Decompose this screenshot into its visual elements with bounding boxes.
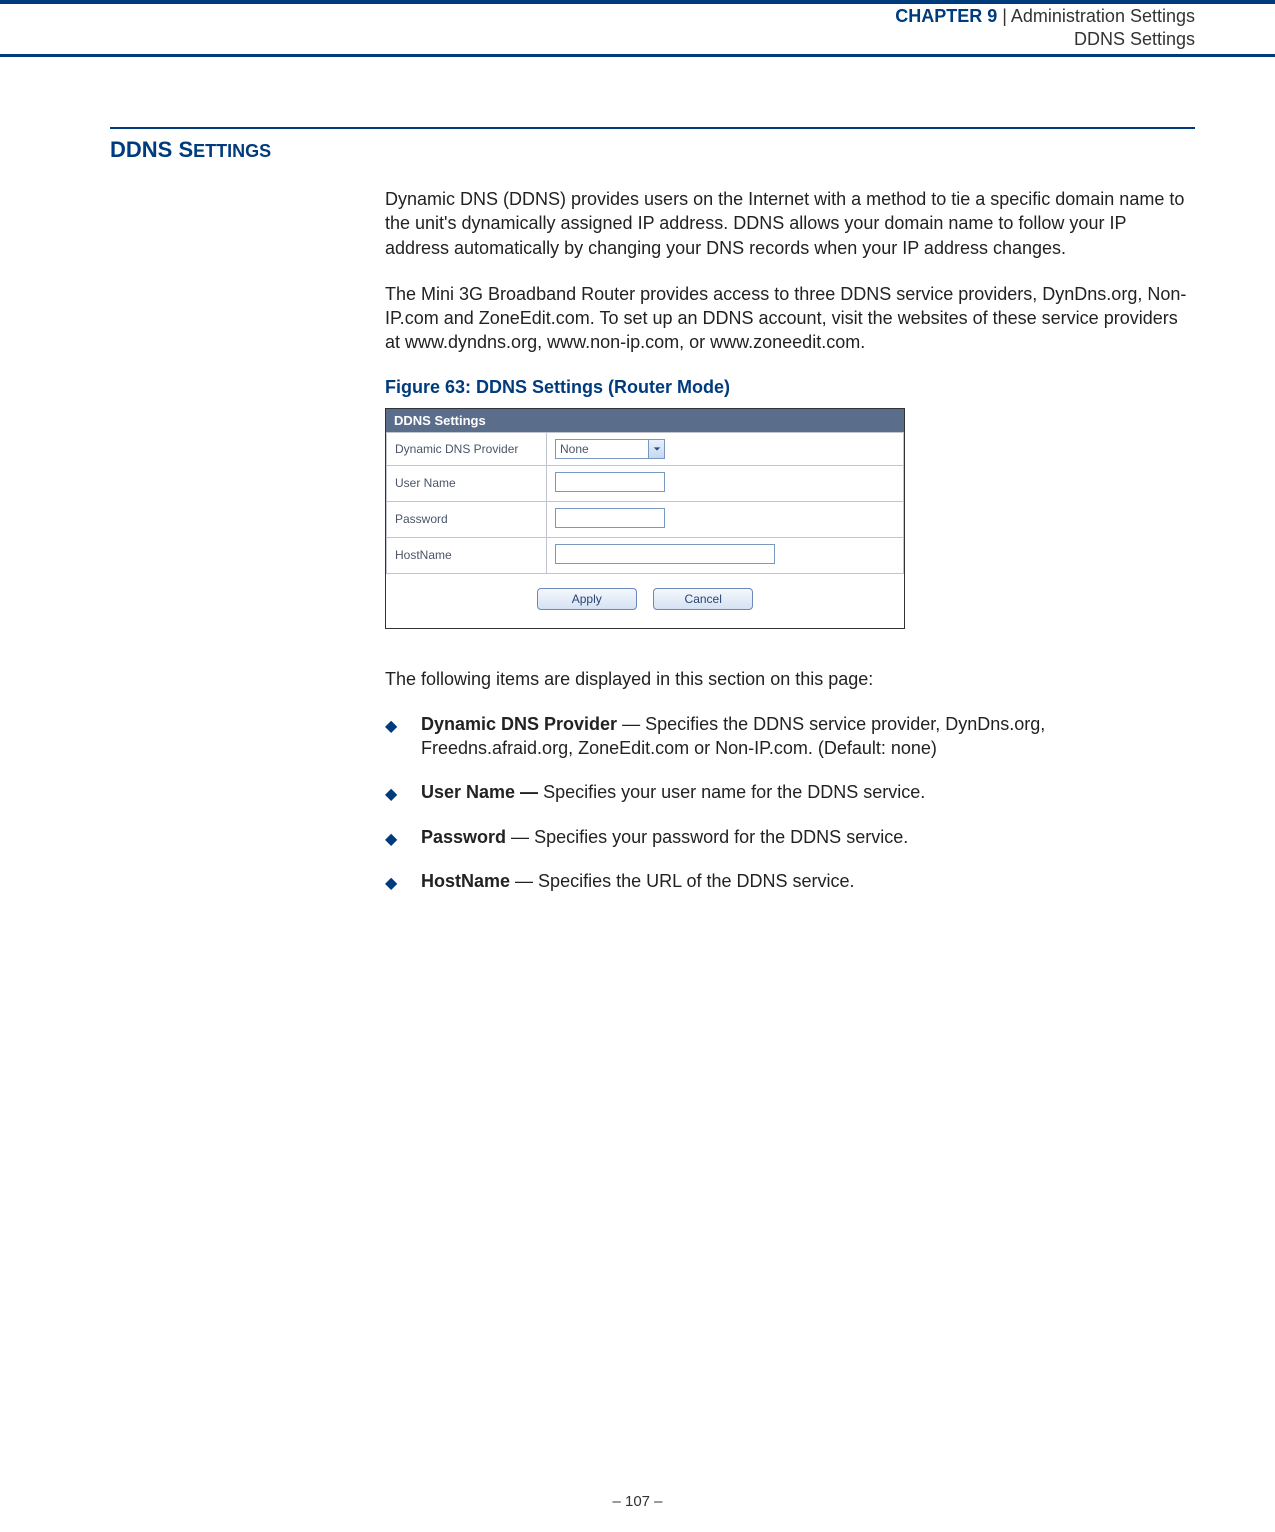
chapter-title: Administration Settings: [1011, 6, 1195, 26]
hostname-label: HostName: [387, 537, 547, 573]
row-password: Password: [387, 501, 904, 537]
intro-paragraph-1: Dynamic DNS (DDNS) provides users on the…: [385, 187, 1195, 260]
provider-label: Dynamic DNS Provider: [387, 432, 547, 465]
intro-paragraph-2: The Mini 3G Broadband Router provides ac…: [385, 282, 1195, 355]
figure-caption: Figure 63: DDNS Settings (Router Mode): [385, 377, 1195, 398]
chapter-label: CHAPTER 9: [895, 6, 997, 26]
ddns-settings-screenshot: DDNS Settings Dynamic DNS Provider None: [385, 408, 905, 629]
username-cell: [547, 465, 904, 501]
hostname-input[interactable]: [555, 544, 775, 564]
username-input[interactable]: [555, 472, 665, 492]
page-number: – 107 –: [612, 1493, 662, 1510]
item-desc: Specifies your password for the DDNS ser…: [534, 827, 908, 847]
page-footer: – 107 –: [0, 1493, 1275, 1510]
hostname-cell: [547, 537, 904, 573]
diamond-bullet-icon: ◆: [385, 829, 397, 851]
section-rule: [110, 127, 1195, 129]
diamond-bullet-icon: ◆: [385, 784, 397, 806]
list-item: ◆ Password — Specifies your password for…: [385, 825, 1195, 849]
apply-button[interactable]: Apply: [537, 588, 637, 610]
heading-prefix: DDNS S: [110, 137, 193, 162]
row-username: User Name: [387, 465, 904, 501]
header-bottom-rule: [0, 54, 1275, 57]
item-term: HostName: [421, 871, 510, 891]
list-item: ◆ Dynamic DNS Provider — Specifies the D…: [385, 712, 1195, 761]
header-line-1: CHAPTER 9 | Administration Settings: [0, 4, 1275, 29]
provider-cell: None: [547, 432, 904, 465]
ddns-form-table: Dynamic DNS Provider None User Name: [386, 432, 904, 574]
diamond-bullet-icon: ◆: [385, 873, 397, 895]
header-separator: |: [997, 6, 1011, 26]
password-input[interactable]: [555, 508, 665, 528]
password-label: Password: [387, 501, 547, 537]
row-provider: Dynamic DNS Provider None: [387, 432, 904, 465]
item-sep: —: [506, 827, 534, 847]
item-term: Dynamic DNS Provider: [421, 714, 617, 734]
button-row: Apply Cancel: [386, 574, 904, 610]
item-term: User Name —: [421, 782, 538, 802]
ddns-panel-title: DDNS Settings: [386, 409, 904, 432]
item-desc: Specifies your user name for the DDNS se…: [543, 782, 925, 802]
heading-rest: ETTINGS: [193, 141, 271, 161]
list-item: ◆ User Name — Specifies your user name f…: [385, 780, 1195, 804]
diamond-bullet-icon: ◆: [385, 716, 397, 738]
items-list: ◆ Dynamic DNS Provider — Specifies the D…: [385, 712, 1195, 893]
dropdown-arrow-icon[interactable]: [648, 440, 664, 458]
items-intro: The following items are displayed in thi…: [385, 669, 1195, 690]
row-hostname: HostName: [387, 537, 904, 573]
provider-select-value: None: [556, 442, 589, 456]
item-term: Password: [421, 827, 506, 847]
item-sep: —: [617, 714, 645, 734]
item-sep: —: [510, 871, 538, 891]
password-cell: [547, 501, 904, 537]
provider-select[interactable]: None: [555, 439, 665, 459]
item-desc: Specifies the URL of the DDNS service.: [538, 871, 854, 891]
header-subtitle: DDNS Settings: [0, 29, 1275, 54]
username-label: User Name: [387, 465, 547, 501]
list-item: ◆ HostName — Specifies the URL of the DD…: [385, 869, 1195, 893]
section-heading: DDNS SETTINGS: [110, 137, 1195, 163]
cancel-button[interactable]: Cancel: [653, 588, 753, 610]
